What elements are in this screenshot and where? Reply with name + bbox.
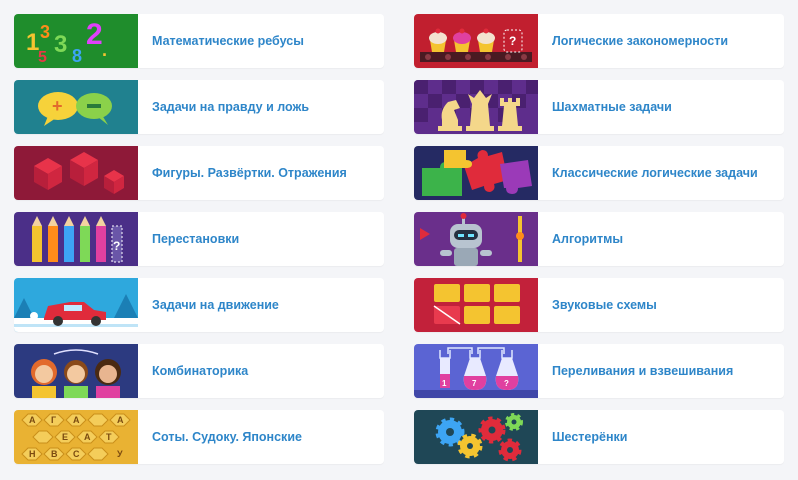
svg-text:А: А: [117, 415, 124, 425]
right-column: ? Логические закономерности Шахматные за…: [414, 14, 784, 476]
card-permutations[interactable]: ? Перестановки: [14, 212, 384, 266]
svg-text:3: 3: [54, 31, 67, 58]
card-label: Комбинаторика: [152, 364, 249, 378]
card-algorithms[interactable]: Алгоритмы: [414, 212, 784, 266]
colorful-numbers-icon: 1 3 5 3 8 2 .: [14, 14, 138, 68]
sound-scheme-blocks-icon: [414, 278, 538, 332]
jigsaw-puzzle-icon: [414, 146, 538, 200]
three-kids-icon: [14, 344, 138, 398]
colored-pencils-icon: ?: [14, 212, 138, 266]
svg-text:8: 8: [72, 46, 82, 66]
gears-icon: [414, 410, 538, 464]
svg-text:3: 3: [40, 22, 50, 42]
card-label: Задачи на правду и ложь: [152, 100, 310, 114]
card-label: Соты. Судоку. Японские: [152, 430, 302, 444]
card-sound-schemes[interactable]: Звуковые схемы: [414, 278, 784, 332]
card-shapes-nets-reflections[interactable]: Фигуры. Развёртки. Отражения: [14, 146, 384, 200]
svg-text:А: А: [73, 415, 80, 425]
card-label: Задачи на движение: [152, 298, 279, 312]
card-label: Звуковые схемы: [552, 298, 657, 312]
svg-text:А: А: [29, 415, 36, 425]
card-chess-problems[interactable]: Шахматные задачи: [414, 80, 784, 134]
card-combinatorics[interactable]: Комбинаторика: [14, 344, 384, 398]
cupcakes-conveyor-icon: ?: [414, 14, 538, 68]
svg-text:+: +: [52, 96, 63, 116]
svg-text:7: 7: [472, 379, 477, 388]
svg-text:Г: Г: [51, 415, 56, 425]
card-label: Шахматные задачи: [552, 100, 672, 114]
card-label: Классические логические задачи: [552, 166, 758, 180]
svg-text:?: ?: [113, 239, 120, 253]
red-3d-cubes-icon: [14, 146, 138, 200]
svg-text:А: А: [84, 432, 91, 442]
svg-text:У: У: [117, 449, 123, 459]
flasks-icon: 1 7 ?: [414, 344, 538, 398]
svg-text:В: В: [51, 449, 58, 459]
card-label: Логические закономерности: [552, 34, 729, 48]
card-label: Алгоритмы: [552, 232, 624, 246]
card-label: Перестановки: [152, 232, 240, 246]
card-label: Математические ребусы: [152, 34, 304, 48]
card-label: Переливания и взвешивания: [552, 364, 734, 378]
svg-text:.: .: [102, 40, 107, 60]
card-math-rebus[interactable]: 1 3 5 3 8 2 . Математические ребусы: [14, 14, 384, 68]
red-car-icon: [14, 278, 138, 332]
robot-icon: [414, 212, 538, 266]
honeycomb-letters-icon: АГАА ЕАТ НВСУ: [14, 410, 138, 464]
card-classic-logic-problems[interactable]: Классические логические задачи: [414, 146, 784, 200]
svg-text:С: С: [73, 449, 80, 459]
svg-text:Е: Е: [62, 432, 68, 442]
svg-text:2: 2: [86, 18, 103, 51]
svg-text:Н: Н: [29, 449, 36, 459]
svg-text:?: ?: [504, 379, 509, 388]
left-column: 1 3 5 3 8 2 . Математические ребусы + За…: [14, 14, 384, 476]
svg-text:?: ?: [509, 34, 516, 48]
plus-minus-speech-bubbles-icon: +: [14, 80, 138, 134]
svg-text:5: 5: [38, 49, 47, 66]
card-honeycomb-sudoku-japanese[interactable]: АГАА ЕАТ НВСУ Соты. Судоку. Японские: [14, 410, 384, 464]
card-gears[interactable]: Шестерёнки: [414, 410, 784, 464]
chess-pieces-icon: [414, 80, 538, 134]
card-logical-patterns[interactable]: ? Логические закономерности: [414, 14, 784, 68]
card-label: Шестерёнки: [552, 430, 628, 444]
svg-text:1: 1: [442, 379, 447, 388]
svg-text:Т: Т: [106, 432, 112, 442]
card-pouring-and-weighing[interactable]: 1 7 ? Переливания и взвешивания: [414, 344, 784, 398]
card-motion-problems[interactable]: Задачи на движение: [14, 278, 384, 332]
card-label: Фигуры. Развёртки. Отражения: [152, 166, 347, 180]
card-truth-and-lies[interactable]: + Задачи на правду и ложь: [14, 80, 384, 134]
